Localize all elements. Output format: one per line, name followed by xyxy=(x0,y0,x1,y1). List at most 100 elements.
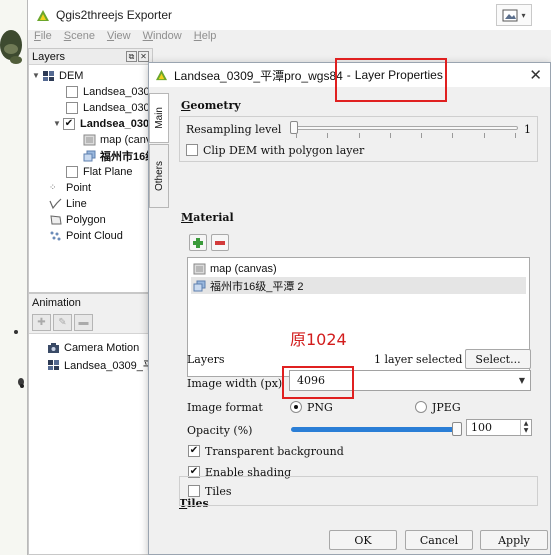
opacity-spinbox[interactable]: 100 ▲ ▼ xyxy=(466,419,532,436)
tiles-checkbox[interactable] xyxy=(188,485,200,497)
tree-item-label: DEM xyxy=(59,69,84,82)
layer-checkbox[interactable]: ✔ xyxy=(63,117,75,130)
polygon-icon xyxy=(50,214,62,224)
remove-material-button[interactable] xyxy=(211,234,229,251)
material-section-title: Material xyxy=(181,211,234,224)
resampling-level-label: Resampling level xyxy=(186,123,282,136)
tree-item-point[interactable]: ⁘ Point xyxy=(49,179,91,196)
clip-dem-checkbox[interactable] xyxy=(186,144,198,156)
tree-item-label: Point xyxy=(66,181,92,194)
animation-toolbar: ✚ ✎ ▬ xyxy=(29,312,152,334)
geometry-group: Resampling level 1 Clip DEM with polygon… xyxy=(179,116,538,162)
dialog-content: Geometry Resampling level 1 Clip DEM wit… xyxy=(175,93,545,523)
tree-item-label: Line xyxy=(66,197,87,210)
tree-item-label: Flat Plane xyxy=(83,165,133,178)
tree-item-label: Point Cloud xyxy=(66,229,123,242)
material-item-label: 福州市16级_平潭 2 xyxy=(210,280,304,293)
tree-item-landsea-2[interactable]: Landsea_0309 xyxy=(66,99,156,116)
animation-panel-title: Animation xyxy=(29,294,152,312)
chevron-down-icon[interactable]: ▼ xyxy=(514,371,530,390)
transparent-background-checkbox[interactable]: ✔ xyxy=(188,445,200,457)
tree-item-dem[interactable]: ▼ DEM xyxy=(32,67,83,84)
dem-layer-icon xyxy=(48,359,59,370)
menu-window[interactable]: Window xyxy=(143,30,182,48)
animation-item-label: Camera Motion xyxy=(64,341,140,354)
opacity-slider-handle[interactable] xyxy=(452,422,462,436)
layers-panel: Layers ⧉ ✕ ▼ DEM Landsea_0309 Landsea_03… xyxy=(28,48,194,293)
layers-label: Layers xyxy=(187,353,225,366)
resampling-slider[interactable] xyxy=(293,126,518,130)
exporter-titlebar: Qgis2threejs Exporter ▾ xyxy=(28,0,551,30)
opacity-value: 100 xyxy=(471,421,492,434)
geometry-section-title: Geometry xyxy=(181,99,241,112)
tree-item-label: Landsea_0309 xyxy=(83,101,156,114)
menu-view[interactable]: View xyxy=(107,30,131,48)
tree-item-line[interactable]: Line xyxy=(49,195,87,212)
side-tabs: Main Others xyxy=(149,87,169,217)
format-png-radio[interactable] xyxy=(290,401,302,413)
animation-panel: Animation ✚ ✎ ▬ Camera Motion Landsea_03… xyxy=(28,293,165,555)
dialog-title-layer: Landsea_0309_平潭pro_wgs84 xyxy=(174,68,343,83)
format-png-label: PNG xyxy=(307,401,333,414)
layer-checkbox[interactable] xyxy=(66,101,78,114)
opacity-label: Opacity (%) xyxy=(187,424,253,437)
close-panel-icon[interactable]: ✕ xyxy=(138,51,149,62)
tiles-group: Tiles xyxy=(179,476,538,506)
float-panel-icon[interactable]: ⧉ xyxy=(126,51,137,62)
expand-arrow-icon[interactable]: ▼ xyxy=(53,119,63,128)
point-icon: ⁘ xyxy=(49,181,57,192)
select-layers-button[interactable]: Select... xyxy=(465,349,531,369)
tab-others[interactable]: Others xyxy=(149,144,169,208)
menu-help[interactable]: Help xyxy=(194,30,217,48)
add-icon xyxy=(193,237,203,248)
opacity-slider[interactable] xyxy=(291,427,459,432)
dem-layer-icon xyxy=(43,70,54,81)
tree-item-landsea-3[interactable]: ▼ ✔ Landsea_0309 xyxy=(53,115,155,132)
qgis-logo-icon xyxy=(155,69,168,81)
tiles-label: Tiles xyxy=(205,485,232,498)
point-cloud-icon xyxy=(50,231,61,240)
image-width-label: Image width (px) xyxy=(187,377,283,390)
close-icon[interactable]: ✕ xyxy=(529,66,542,84)
material-item-selected[interactable]: 福州市16级_平潭 2 xyxy=(191,277,526,294)
layers-panel-header: Layers ⧉ ✕ xyxy=(29,49,152,65)
menubar: File Scene View Window Help xyxy=(28,30,551,48)
raster-layer-icon xyxy=(83,134,96,145)
menu-file[interactable]: File xyxy=(34,30,52,48)
background-map xyxy=(0,0,28,555)
tree-item-polygon[interactable]: Polygon xyxy=(49,211,106,228)
remove-icon xyxy=(215,240,225,245)
material-item[interactable]: map (canvas) xyxy=(191,260,526,277)
layer-checkbox[interactable] xyxy=(66,85,78,98)
expand-arrow-icon[interactable]: ▼ xyxy=(32,71,42,80)
annotation-original-width: 原1024 xyxy=(290,330,347,349)
tab-main[interactable]: Main xyxy=(149,93,169,143)
ok-button[interactable]: OK xyxy=(329,530,397,550)
exporter-title: Qgis2threejs Exporter xyxy=(56,8,173,22)
apply-button[interactable]: Apply xyxy=(480,530,548,550)
screenshot-button[interactable]: ▾ xyxy=(496,4,532,26)
layer-checkbox[interactable] xyxy=(66,165,78,178)
tile-layer-icon xyxy=(83,150,96,161)
tile-layer-icon xyxy=(193,280,206,291)
qgis-logo-icon xyxy=(37,9,49,21)
raster-layer-icon xyxy=(193,263,206,274)
material-item-label: map (canvas) xyxy=(210,262,277,275)
remove-keyframe-icon[interactable]: ▬ xyxy=(74,314,93,331)
tree-item-point-cloud[interactable]: Point Cloud xyxy=(49,227,123,244)
edit-keyframe-icon[interactable]: ✎ xyxy=(53,314,72,331)
cancel-button[interactable]: Cancel xyxy=(405,530,473,550)
format-jpeg-radio[interactable] xyxy=(415,401,427,413)
tree-item-flat-plane[interactable]: Flat Plane xyxy=(66,163,133,180)
menu-scene[interactable]: Scene xyxy=(64,30,95,48)
image-format-label: Image format xyxy=(187,401,263,414)
clip-dem-label: Clip DEM with polygon layer xyxy=(203,144,365,157)
animation-item-camera[interactable]: Camera Motion xyxy=(47,339,139,356)
add-keyframe-icon[interactable]: ✚ xyxy=(32,314,51,331)
tree-item-landsea-1[interactable]: Landsea_0309 xyxy=(66,83,156,100)
image-width-highlight-box xyxy=(282,366,354,399)
tree-item-label: Landsea_0309 xyxy=(83,85,156,98)
resampling-value: 1 xyxy=(524,123,531,136)
add-material-button[interactable] xyxy=(189,234,207,251)
spin-arrows-icon[interactable]: ▲ ▼ xyxy=(520,420,531,435)
